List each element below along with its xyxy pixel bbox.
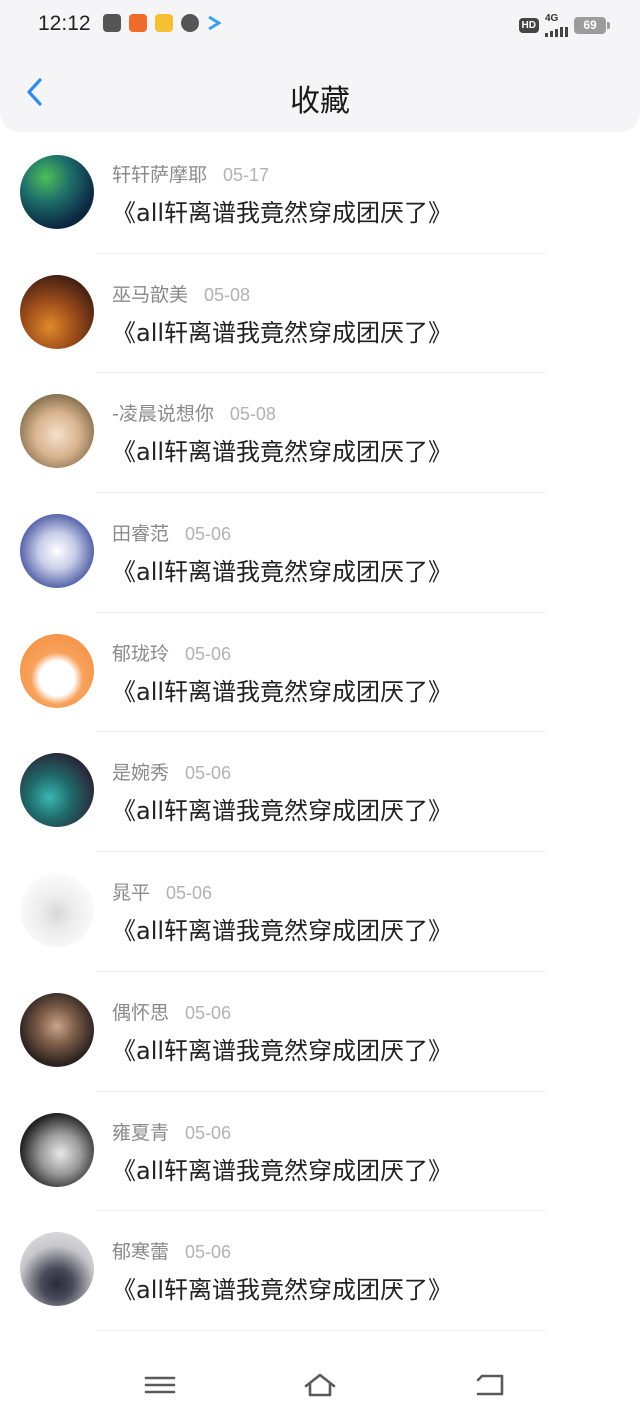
- item-date: 05-06: [185, 1242, 232, 1263]
- gallery-app-icon: [103, 14, 121, 32]
- item-title[interactable]: 《all轩离谱我竟然穿成团厌了》: [112, 552, 452, 587]
- author-name: 郁寒蕾: [112, 1241, 170, 1264]
- item-title[interactable]: 《all轩离谱我竟然穿成团厌了》: [112, 1031, 452, 1066]
- author-name: 是婉秀: [112, 762, 170, 785]
- play-arrow-icon: [207, 14, 222, 36]
- hd-icon: HD: [518, 18, 539, 33]
- item-date: 05-06: [185, 1002, 232, 1023]
- author-name: 田睿范: [112, 523, 170, 546]
- list-item[interactable]: 是婉秀 05-06 《all轩离谱我竟然穿成团厌了》: [0, 732, 640, 853]
- author-name: 偶怀思: [112, 1001, 170, 1024]
- avatar[interactable]: [20, 873, 94, 948]
- screen: 12:12 HD 4G 69 收藏 轩轩萨摩耶 05-17 《all轩离谱我竟然…: [0, 0, 640, 1427]
- item-title[interactable]: 《all轩离谱我竟然穿成团厌了》: [112, 791, 452, 826]
- list-item[interactable]: 偶怀思 05-06 《all轩离谱我竟然穿成团厌了》: [0, 972, 640, 1092]
- header: 收藏: [0, 52, 640, 132]
- menu-button[interactable]: [142, 1370, 178, 1400]
- signal-icon: 4G: [545, 14, 568, 37]
- list-item[interactable]: 田睿范 05-06 《all轩离谱我竟然穿成团厌了》: [0, 493, 640, 613]
- list-item[interactable]: -凌晨说想你 05-08 《all轩离谱我竟然穿成团厌了》: [0, 373, 640, 494]
- author-name: 郁珑玲: [112, 642, 170, 665]
- item-date: 05-06: [185, 763, 232, 784]
- avatar[interactable]: [20, 1232, 94, 1307]
- status-bar: 12:12 HD 4G 69: [0, 0, 640, 52]
- item-date: 05-08: [229, 404, 276, 425]
- status-right: HD 4G 69: [518, 14, 610, 37]
- list-item[interactable]: 轩轩萨摩耶 05-17 《all轩离谱我竟然穿成团厌了》: [0, 134, 640, 254]
- weibo-app-icon: [155, 14, 173, 32]
- avatar[interactable]: [20, 992, 94, 1067]
- avatar[interactable]: [20, 394, 94, 469]
- author-name: 轩轩萨摩耶: [112, 164, 208, 186]
- avatar[interactable]: [20, 274, 94, 349]
- divider: [96, 1329, 546, 1331]
- item-date: 05-08: [204, 284, 251, 305]
- item-title[interactable]: 《all轩离谱我竟然穿成团厌了》: [112, 1270, 452, 1305]
- favorites-list: 轩轩萨摩耶 05-17 《all轩离谱我竟然穿成团厌了》 巫马歆美 05-08 《a…: [0, 134, 640, 1331]
- author-name: -凌晨说想你: [112, 403, 214, 426]
- avatar[interactable]: [20, 633, 94, 708]
- back-icon: [476, 1374, 504, 1396]
- avatar[interactable]: [20, 514, 94, 589]
- item-date: 05-06: [185, 524, 232, 545]
- system-nav-bar: [0, 1340, 640, 1427]
- avatar[interactable]: [20, 753, 94, 828]
- item-title[interactable]: 《all轩离谱我竟然穿成团厌了》: [112, 911, 452, 946]
- home-icon: [304, 1373, 336, 1397]
- message-app-icon: [181, 14, 199, 32]
- item-title[interactable]: 《all轩离谱我竟然穿成团厌了》: [112, 313, 452, 348]
- orange-app-icon: [129, 14, 147, 32]
- item-date: 05-06: [185, 643, 232, 664]
- avatar[interactable]: [20, 1112, 94, 1187]
- menu-icon: [144, 1376, 176, 1394]
- item-title[interactable]: 《all轩离谱我竟然穿成团厌了》: [112, 1151, 452, 1186]
- list-item[interactable]: 晁平 05-06 《all轩离谱我竟然穿成团厌了》: [0, 852, 640, 972]
- author-name: 雍夏青: [112, 1121, 170, 1144]
- item-title[interactable]: 《all轩离谱我竟然穿成团厌了》: [112, 432, 452, 467]
- notification-icons: [103, 14, 222, 36]
- list-item[interactable]: 巫马歆美 05-08 《all轩离谱我竟然穿成团厌了》: [0, 254, 640, 374]
- list-item[interactable]: 雍夏青 05-06 《all轩离谱我竟然穿成团厌了》: [0, 1092, 640, 1212]
- battery-icon: 69: [574, 17, 610, 34]
- item-date: 05-06: [166, 883, 213, 904]
- author-name: 巫马歆美: [112, 283, 189, 306]
- home-button[interactable]: [302, 1370, 338, 1400]
- item-date: 05-17: [223, 165, 270, 185]
- avatar[interactable]: [20, 155, 94, 229]
- status-time: 12:12: [38, 12, 91, 35]
- network-type: 4G: [545, 13, 559, 24]
- list-item[interactable]: 郁寒蕾 05-06 《all轩离谱我竟然穿成团厌了》: [0, 1211, 640, 1331]
- page-title: 收藏: [290, 84, 350, 119]
- item-title[interactable]: 《all轩离谱我竟然穿成团厌了》: [112, 672, 452, 707]
- item-date: 05-06: [185, 1122, 232, 1143]
- author-name: 晁平: [112, 882, 151, 905]
- list-item[interactable]: 郁珑玲 05-06 《all轩离谱我竟然穿成团厌了》: [0, 613, 640, 733]
- item-title[interactable]: 《all轩离谱我竟然穿成团厌了》: [112, 193, 452, 228]
- back-nav-button[interactable]: [472, 1370, 508, 1400]
